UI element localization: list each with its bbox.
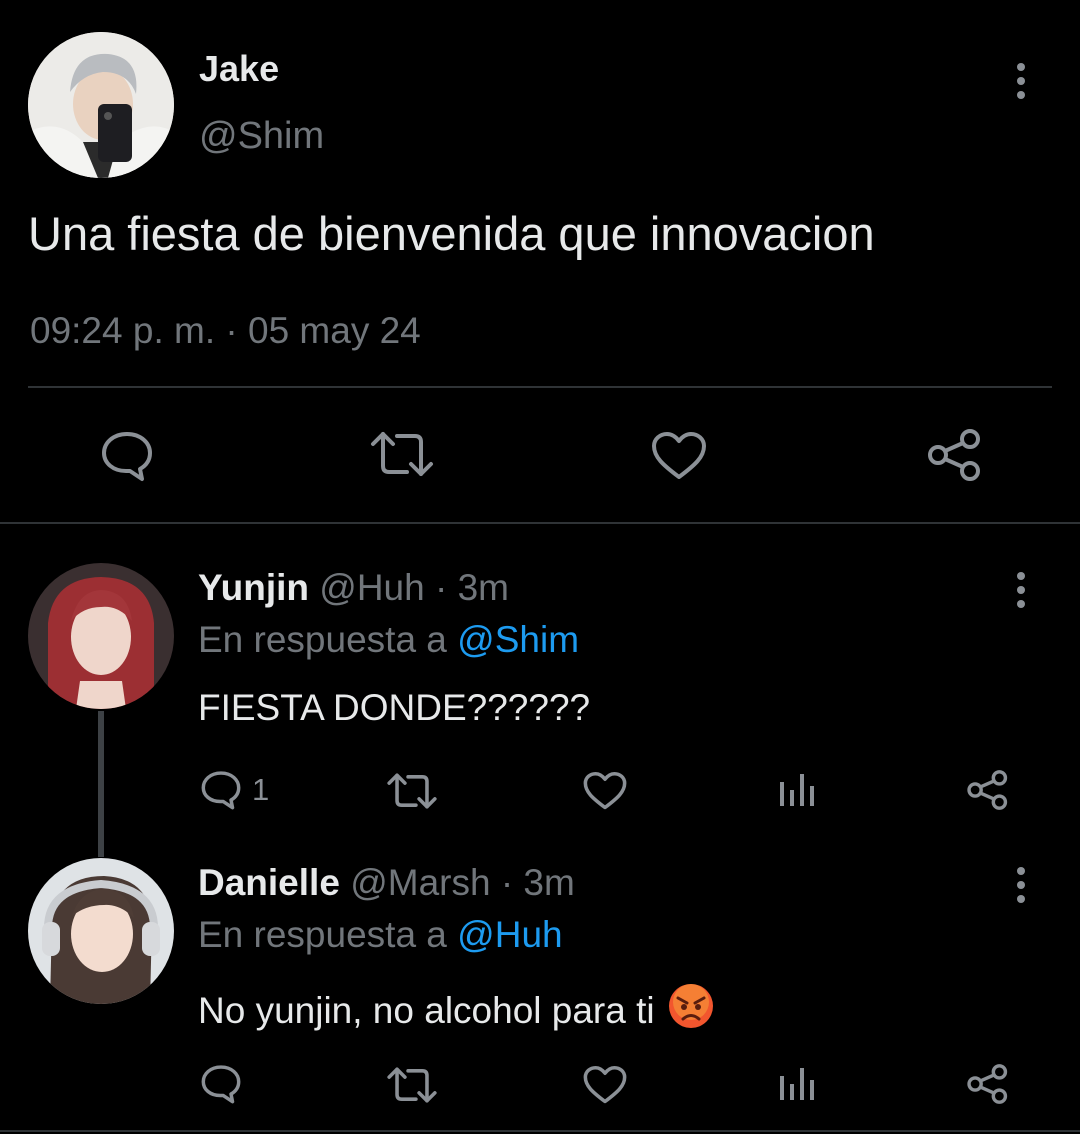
more-options-icon[interactable] bbox=[1010, 866, 1032, 909]
retweet-icon[interactable] bbox=[369, 430, 435, 478]
author-display-name[interactable]: Jake bbox=[199, 48, 279, 90]
reply-header: Danielle @Marsh · 3m bbox=[198, 862, 575, 904]
more-options-icon[interactable] bbox=[1010, 62, 1032, 105]
reply-text-row: No yunjin, no alcohol para ti bbox=[198, 982, 715, 1039]
retweet-icon[interactable] bbox=[386, 1066, 438, 1104]
reply-icon[interactable] bbox=[100, 430, 154, 482]
replying-to: En respuesta a @Huh bbox=[198, 914, 563, 956]
share-icon[interactable] bbox=[966, 768, 1010, 812]
replying-to-handle[interactable]: @Shim bbox=[457, 619, 579, 660]
tweet-text: Una fiesta de bienvenida que innovacion bbox=[28, 207, 875, 260]
reply-count: 1 bbox=[252, 772, 270, 807]
angry-face-icon bbox=[667, 982, 715, 1039]
replying-to-handle[interactable]: @Huh bbox=[457, 914, 562, 955]
author-handle[interactable]: @Shim bbox=[199, 115, 324, 158]
share-icon[interactable] bbox=[966, 1062, 1010, 1106]
reply-icon[interactable] bbox=[200, 770, 242, 810]
avatar-danielle[interactable] bbox=[28, 858, 174, 1004]
divider bbox=[28, 386, 1052, 388]
avatar-jake[interactable] bbox=[28, 32, 174, 178]
divider bbox=[0, 1130, 1080, 1132]
reply-header: Yunjin @Huh · 3m bbox=[198, 567, 509, 609]
reply-handle[interactable]: @Huh bbox=[319, 567, 424, 608]
reply-time: · 3m bbox=[435, 567, 509, 608]
reply-text: No yunjin, no alcohol para ti bbox=[198, 989, 655, 1031]
tweet-timestamp: 09:24 p. m. · 05 may 24 bbox=[30, 310, 421, 351]
like-icon[interactable] bbox=[583, 1065, 627, 1105]
like-icon[interactable] bbox=[651, 431, 707, 481]
share-icon[interactable] bbox=[926, 427, 984, 483]
divider bbox=[0, 522, 1080, 524]
analytics-icon[interactable] bbox=[778, 772, 816, 808]
more-options-icon[interactable] bbox=[1010, 571, 1032, 614]
replying-prefix: En respuesta a bbox=[198, 914, 447, 955]
avatar-yunjin[interactable] bbox=[28, 563, 174, 709]
reply-text: FIESTA DONDE?????? bbox=[198, 687, 591, 728]
reply-time: · 3m bbox=[500, 862, 575, 903]
analytics-icon[interactable] bbox=[778, 1066, 816, 1102]
like-icon[interactable] bbox=[583, 771, 627, 811]
reply-display-name[interactable]: Danielle bbox=[198, 862, 340, 903]
thread-line bbox=[98, 711, 104, 857]
reply-handle[interactable]: @Marsh bbox=[350, 862, 490, 903]
reply-display-name[interactable]: Yunjin bbox=[198, 567, 309, 608]
replying-to: En respuesta a @Shim bbox=[198, 619, 579, 661]
replying-prefix: En respuesta a bbox=[198, 619, 447, 660]
retweet-icon[interactable] bbox=[386, 772, 438, 810]
reply-icon[interactable] bbox=[200, 1064, 242, 1104]
